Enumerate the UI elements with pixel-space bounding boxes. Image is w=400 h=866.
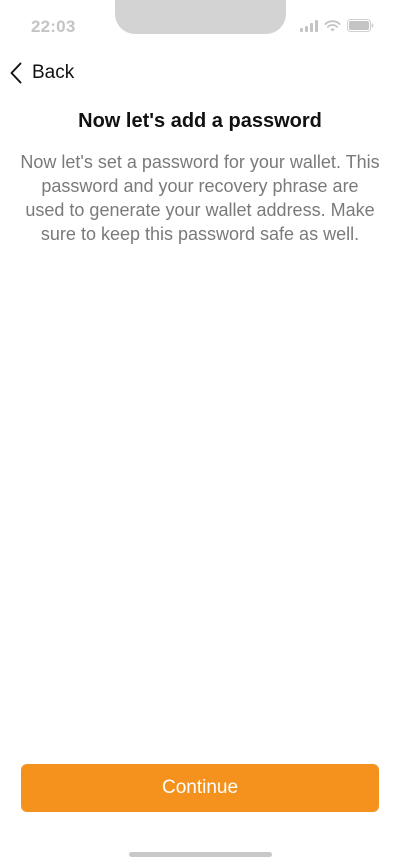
back-button[interactable]: Back	[8, 60, 74, 86]
page-description: Now let's set a password for your wallet…	[20, 152, 380, 244]
chevron-left-icon	[8, 61, 24, 85]
back-label: Back	[32, 62, 75, 83]
status-bar: 22:03	[0, 0, 400, 50]
device-notch	[115, 0, 286, 34]
home-indicator	[129, 852, 272, 857]
wifi-icon	[324, 19, 341, 32]
page-title: Now let's add a password	[78, 110, 322, 132]
status-icons	[300, 19, 374, 32]
continue-button[interactable]: Continue	[21, 764, 379, 812]
signal-icon	[300, 19, 318, 32]
battery-icon	[347, 19, 374, 32]
status-time: 22:03	[31, 17, 76, 36]
